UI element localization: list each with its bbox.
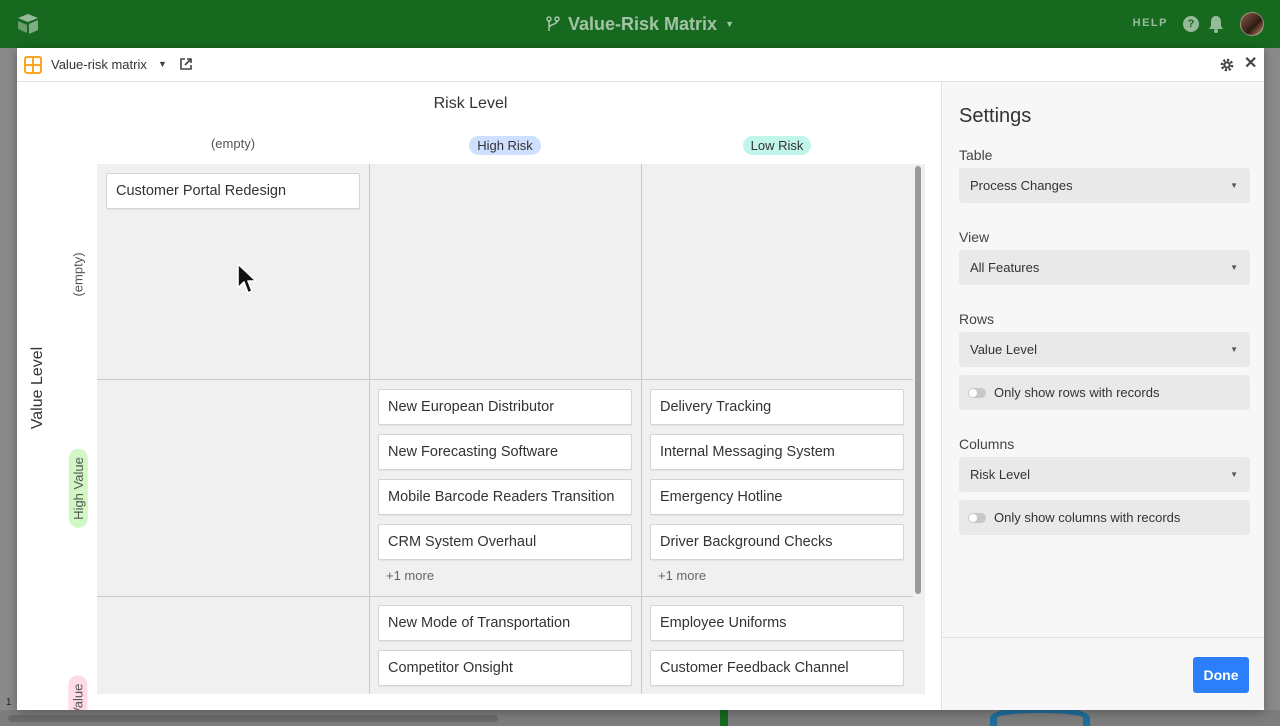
popout-icon[interactable]: [180, 58, 192, 70]
columns-toggle-label: Only show columns with records: [994, 510, 1181, 525]
record-card[interactable]: CRM System Overhaul: [378, 524, 632, 560]
chevron-down-icon: ▼: [1230, 470, 1238, 479]
low-value-pill: Low Value: [68, 675, 88, 710]
record-card[interactable]: Emergency Hotline: [650, 479, 904, 515]
block-name[interactable]: Value-risk matrix: [51, 57, 147, 72]
record-card[interactable]: Employee Uniforms: [650, 605, 904, 641]
more-records-link[interactable]: +1 more: [386, 568, 434, 583]
record-card[interactable]: Mobile Barcode Readers Transition: [378, 479, 632, 515]
matrix-block-icon: [24, 56, 42, 74]
rows-select-value: Value Level: [970, 342, 1037, 357]
branch-icon: [546, 16, 560, 31]
column-header-empty: (empty): [210, 136, 256, 151]
y-axis-title: Value Level: [29, 346, 46, 430]
background-row-number: 1: [6, 697, 12, 708]
background-green-bar: [720, 710, 728, 726]
table-select-value: Process Changes: [970, 178, 1073, 193]
rows-select[interactable]: Value Level ▼: [959, 332, 1250, 367]
columns-label: Columns: [959, 436, 1015, 452]
matrix-grid: Customer Portal Redesign New European Di…: [97, 164, 925, 694]
toggle-switch[interactable]: [968, 513, 986, 523]
base-title[interactable]: Value-Risk Matrix ▼: [546, 14, 734, 35]
grid-divider-horizontal: [97, 379, 913, 380]
airtable-logo-icon[interactable]: [16, 13, 40, 35]
y-axis-title-wrap: Value Level: [21, 328, 55, 448]
chevron-down-icon: ▼: [1230, 181, 1238, 190]
toggle-knob: [969, 389, 977, 397]
help-link[interactable]: HELP: [1133, 17, 1168, 29]
high-risk-pill: High Risk: [469, 136, 541, 155]
chevron-down-icon: ▼: [1230, 345, 1238, 354]
record-card[interactable]: New European Distributor: [378, 389, 632, 425]
grid-divider-vertical: [641, 164, 642, 694]
row-header-low-value: Low Value: [63, 648, 93, 710]
table-select[interactable]: Process Changes ▼: [959, 168, 1250, 203]
close-icon[interactable]: ✕: [1244, 55, 1257, 73]
background-scrollbar[interactable]: [8, 715, 498, 722]
block-modal: Value-risk matrix ▼ ✕ Risk Level (empty)…: [17, 48, 1264, 710]
help-icon[interactable]: ?: [1183, 16, 1199, 32]
block-menu-caret-icon[interactable]: ▼: [158, 59, 167, 69]
gear-icon[interactable]: [1219, 57, 1235, 73]
record-card[interactable]: New Mode of Transportation: [378, 605, 632, 641]
record-card[interactable]: New Forecasting Software: [378, 434, 632, 470]
base-title-caret-icon: ▼: [725, 19, 734, 29]
base-title-text: Value-Risk Matrix: [568, 13, 718, 34]
table-label: Table: [959, 147, 993, 163]
grid-divider-horizontal: [97, 596, 913, 597]
record-card[interactable]: Customer Feedback Channel: [650, 650, 904, 686]
rows-records-toggle[interactable]: Only show rows with records: [959, 375, 1250, 410]
rows-toggle-label: Only show rows with records: [994, 385, 1160, 400]
more-records-link[interactable]: +1 more: [658, 568, 706, 583]
block-header: Value-risk matrix ▼ ✕: [17, 48, 1264, 82]
low-risk-pill: Low Risk: [742, 136, 812, 155]
record-card[interactable]: Competitor Onsight: [378, 650, 632, 686]
toggle-knob: [969, 514, 977, 522]
done-button[interactable]: Done: [1193, 657, 1249, 693]
x-axis-title: Risk Level: [433, 95, 508, 112]
view-select[interactable]: All Features ▼: [959, 250, 1250, 285]
bell-icon[interactable]: [1208, 15, 1224, 33]
mouse-cursor-icon: [237, 263, 257, 294]
app-topbar: Value-Risk Matrix ▼ HELP ?: [0, 0, 1280, 48]
record-card[interactable]: Driver Background Checks: [650, 524, 904, 560]
record-card[interactable]: Internal Messaging System: [650, 434, 904, 470]
chevron-down-icon: ▼: [1230, 263, 1238, 272]
column-header-low-risk: Low Risk: [641, 136, 913, 155]
grid-divider-vertical: [369, 164, 370, 694]
view-select-value: All Features: [970, 260, 1040, 275]
high-value-pill: High Value: [68, 448, 88, 528]
record-card[interactable]: Delivery Tracking: [650, 389, 904, 425]
settings-panel: Settings Table Process Changes ▼ View Al…: [941, 82, 1264, 710]
toggle-switch[interactable]: [968, 388, 986, 398]
columns-select-value: Risk Level: [970, 467, 1030, 482]
row-header-empty: (empty): [70, 251, 86, 297]
columns-records-toggle[interactable]: Only show columns with records: [959, 500, 1250, 535]
matrix-scrollbar[interactable]: [915, 166, 921, 594]
rows-label: Rows: [959, 311, 995, 327]
view-label: View: [959, 229, 990, 245]
settings-footer-divider: [942, 637, 1264, 638]
settings-title: Settings: [959, 105, 1032, 127]
column-header-high-risk: High Risk: [369, 136, 641, 155]
record-card[interactable]: Customer Portal Redesign: [106, 173, 360, 209]
row-header-high-value: High Value: [63, 438, 93, 538]
columns-select[interactable]: Risk Level ▼: [959, 457, 1250, 492]
user-avatar[interactable]: [1240, 12, 1264, 36]
